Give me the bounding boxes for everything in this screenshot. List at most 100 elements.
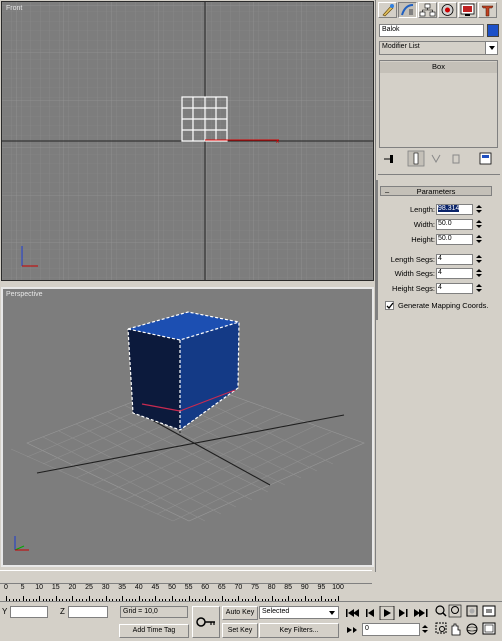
create-tab[interactable]	[378, 2, 397, 18]
grid-readout: Grid = 10,0	[120, 606, 188, 618]
remove-modifier-icon	[452, 154, 460, 164]
modify-icon	[401, 4, 414, 16]
timeline-tick-label: 100	[332, 584, 344, 591]
timeline-ruler: 0 5 10 15 20 25 30 35 40 45 50 55 60 65 70 75 80 85 90 95 10…	[0, 584, 372, 602]
parameters-title: Parameters	[416, 187, 456, 196]
status-bar: Y Z Grid = 10,0 Add Time Tag Auto Key Se…	[0, 601, 502, 641]
current-frame-spinner[interactable]	[421, 624, 429, 634]
length-spinner[interactable]	[475, 204, 483, 214]
height-field[interactable]: 50.0	[436, 234, 473, 245]
hierarchy-tab[interactable]	[418, 2, 437, 18]
zoom-icon	[435, 605, 447, 617]
width-segs-field[interactable]: 4	[436, 268, 473, 279]
timeline-tick-label: 35	[118, 584, 127, 591]
timeline[interactable]: 0 5 10 15 20 25 30 35 40 45 50 55 60 65 70 75 80 85 90 95 10…	[0, 583, 372, 602]
length-segs-spinner[interactable]	[475, 254, 483, 264]
perspective-viewport[interactable]: Perspective	[1, 287, 374, 567]
timeline-tick-label: 85	[284, 584, 293, 591]
generate-mapping-label: Generate Mapping Coords.	[398, 301, 489, 310]
make-unique-icon	[431, 154, 441, 164]
modifier-stack[interactable]: Box	[379, 60, 498, 148]
timeline-tick-label: 80	[267, 584, 276, 591]
width-field[interactable]: 50.0	[436, 219, 473, 230]
width-spinner[interactable]	[475, 219, 483, 229]
auto-key-button[interactable]: Auto Key	[222, 606, 258, 620]
timeline-scroll-area[interactable]	[0, 570, 372, 583]
show-end-result-icon	[413, 152, 419, 165]
z-coord-field[interactable]	[68, 606, 108, 618]
perspective-viewport-label[interactable]: Perspective	[6, 291, 43, 298]
motion-icon	[441, 4, 454, 16]
go-to-end-icon	[414, 609, 428, 617]
timeline-tick-label: 75	[251, 584, 259, 591]
timeline-tick-label: 40	[134, 584, 143, 591]
axis-tripod-perspective	[14, 536, 29, 551]
timeline-tick-label: 20	[68, 584, 77, 591]
timeline-tick-label: 45	[151, 584, 160, 591]
stack-toolbar	[384, 150, 492, 167]
timeline-tick-label: 70	[234, 584, 243, 591]
stack-item-box[interactable]: Box	[380, 62, 497, 73]
front-viewport-label[interactable]: Front	[6, 5, 22, 12]
panel-divider	[378, 174, 500, 175]
timeline-tick-label: 25	[85, 584, 93, 591]
height-spinner[interactable]	[475, 234, 483, 244]
object-color-swatch[interactable]	[487, 24, 499, 37]
timeline-tick-label: 30	[101, 584, 110, 591]
width-label: Width:	[413, 220, 435, 229]
generate-mapping-checkbox[interactable]	[385, 301, 394, 310]
add-time-tag-button[interactable]: Add Time Tag	[119, 624, 189, 638]
parameters-rollout-header[interactable]: – Parameters	[380, 186, 492, 196]
length-segs-field[interactable]: 4	[436, 254, 473, 265]
set-key-button[interactable]: Set Key	[222, 623, 258, 638]
timeline-tick-label: 55	[184, 584, 193, 591]
command-panel-scrollbar[interactable]	[376, 180, 378, 320]
object-name-field[interactable]: Balok	[379, 24, 484, 37]
height-segs-spinner[interactable]	[475, 283, 483, 293]
current-frame-field[interactable]: 0	[362, 623, 420, 636]
display-tab[interactable]	[458, 2, 477, 18]
front-viewport[interactable]: x Front	[1, 1, 374, 281]
configure-modifier-sets-icon	[479, 152, 492, 165]
key-filters-button[interactable]: Key Filters...	[259, 623, 339, 638]
key-mode-toggle-icon[interactable]	[345, 624, 359, 636]
motion-tab[interactable]	[438, 2, 457, 18]
go-to-start-icon	[346, 609, 359, 617]
modifier-list-label: Modifier List	[382, 43, 420, 50]
height-segs-field[interactable]: 4	[436, 283, 473, 294]
modifier-list-dropdown[interactable]: Modifier List	[379, 41, 498, 55]
length-segs-label: Length Segs:	[390, 255, 435, 264]
modifier-list-arrow[interactable]	[485, 42, 497, 54]
timeline-tick-label: 50	[168, 584, 176, 591]
y-coord-field[interactable]	[10, 606, 48, 618]
next-frame-icon	[399, 609, 408, 617]
play-icon	[379, 606, 395, 620]
svg-text:x: x	[276, 139, 279, 145]
pan-hand-icon	[451, 623, 461, 636]
playback-controls[interactable]	[344, 606, 434, 620]
timeline-tick-label: 5	[20, 584, 25, 591]
previous-frame-icon	[366, 609, 374, 617]
key-mode-button[interactable]	[192, 606, 220, 638]
hierarchy-icon	[419, 3, 436, 17]
key-icon	[196, 617, 215, 627]
command-panel: Balok Modifier List Box – Parameters Len…	[375, 0, 502, 572]
region-zoom-icon	[435, 622, 447, 634]
z-coord-label: Z	[60, 607, 65, 616]
viewport-navigation[interactable]	[434, 604, 500, 638]
front-grid: x	[2, 2, 373, 280]
display-icon	[460, 3, 475, 16]
y-coord-label: Y	[2, 607, 8, 616]
selection-set-dropdown[interactable]: Selected	[259, 606, 339, 619]
utilities-tab[interactable]	[478, 2, 497, 18]
zoom-extents-all-icon	[482, 605, 496, 617]
length-field[interactable]: 98.314	[436, 204, 473, 215]
timeline-tick-label: 90	[300, 584, 309, 591]
checkmark-icon	[386, 302, 394, 309]
utilities-icon	[481, 5, 494, 17]
perspective-scene	[10, 311, 365, 551]
timeline-tick-label: 60	[201, 584, 210, 591]
modify-tab[interactable]	[398, 2, 417, 18]
timeline-tick-label: 15	[51, 584, 60, 591]
width-segs-spinner[interactable]	[475, 268, 483, 278]
